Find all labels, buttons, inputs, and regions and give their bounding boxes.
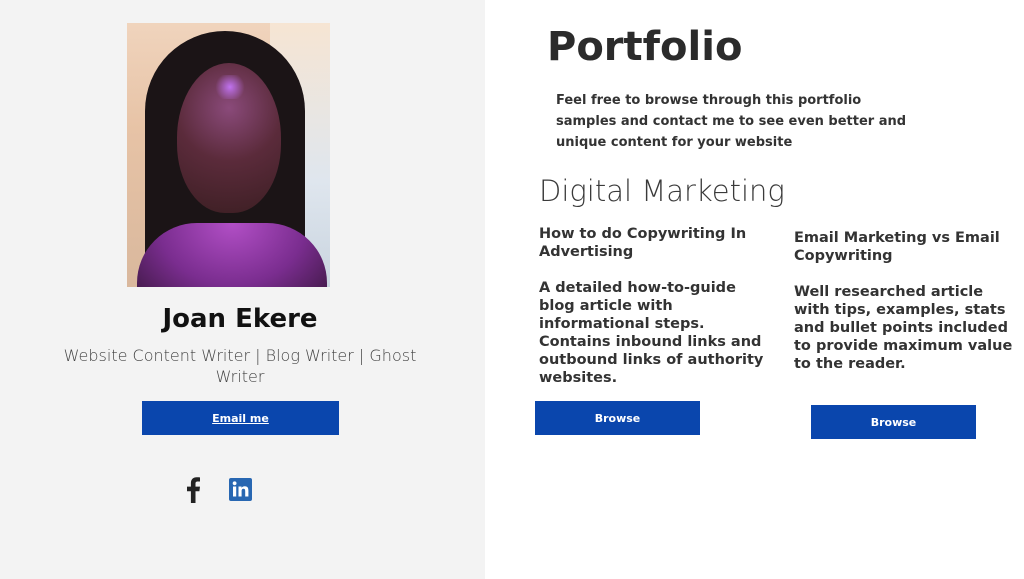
card-description-email-marketing: Well researched article with tips, examp… bbox=[794, 284, 1013, 372]
card-title-email-marketing: Email Marketing vs Email Copywriting bbox=[794, 230, 1000, 264]
card-description-copywriting: A detailed how-to-guide blog article wit… bbox=[539, 280, 764, 386]
profile-photo bbox=[127, 23, 330, 287]
portfolio-intro: Feel free to browse through this portfol… bbox=[556, 93, 907, 150]
card-title-copywriting: How to do Copywriting In Advertising bbox=[539, 226, 747, 260]
browse-button-email-marketing[interactable]: Browse bbox=[811, 405, 976, 439]
photo-highlight bbox=[213, 75, 247, 99]
linkedin-icon[interactable] bbox=[229, 478, 252, 501]
profile-name: Joan Ekere bbox=[162, 304, 318, 334]
portfolio-title: Portfolio bbox=[547, 24, 743, 70]
section-title-digital-marketing: Digital Marketing bbox=[539, 174, 785, 208]
browse-button-copywriting[interactable]: Browse bbox=[535, 401, 700, 435]
email-me-button[interactable]: Email me bbox=[142, 401, 339, 435]
photo-shirt bbox=[137, 223, 327, 287]
profile-panel: Joan Ekere Website Content Writer | Blog… bbox=[0, 0, 485, 579]
profile-tagline: Website Content Writer | Blog Writer | G… bbox=[63, 346, 417, 386]
facebook-icon[interactable] bbox=[186, 477, 204, 503]
